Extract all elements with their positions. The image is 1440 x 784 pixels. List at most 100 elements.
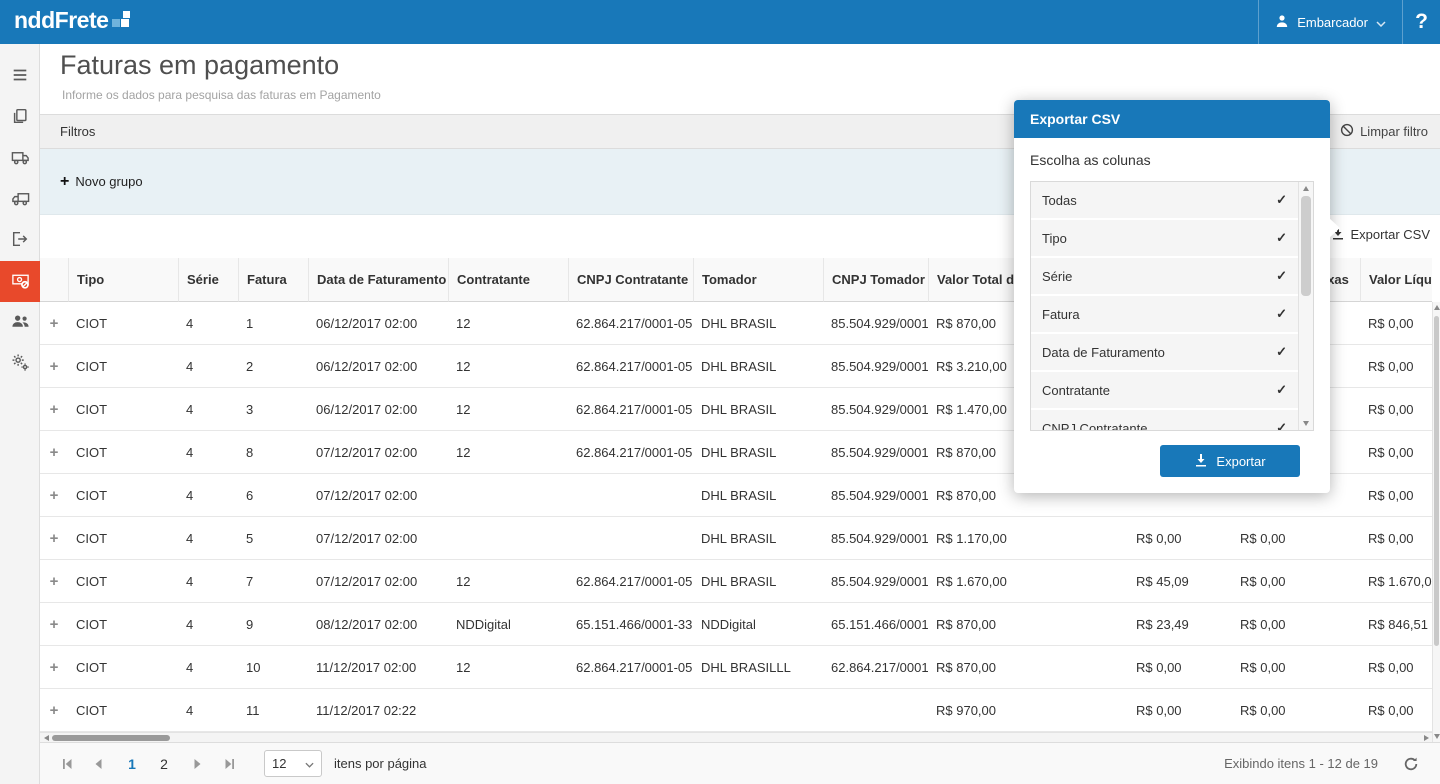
last-page-button[interactable] [214,751,244,777]
page-size-select[interactable]: 12 [264,750,322,777]
scroll-up-icon[interactable] [1303,186,1309,191]
refresh-button[interactable] [1398,751,1424,777]
truck-icon [11,148,30,170]
sidebar-item-menu[interactable] [0,56,40,97]
expand-row-icon[interactable]: + [50,487,59,504]
page-button-2[interactable]: 2 [151,751,177,777]
column-label: Tomador [702,272,757,287]
vertical-scroll-thumb[interactable] [1434,316,1439,646]
column-option-fatura[interactable]: Fatura ✓ [1031,296,1298,332]
column-option-data-de-faturamento[interactable]: Data de Faturamento ✓ [1031,334,1298,370]
column-option-s-rie[interactable]: Série ✓ [1031,258,1298,294]
expand-row-icon[interactable]: + [50,315,59,332]
expand-row-icon[interactable]: + [50,573,59,590]
plus-icon: + [60,172,70,190]
column-header-s-rie[interactable]: Série [178,258,238,302]
horizontal-scroll-track[interactable] [52,733,1420,742]
column-header-valor-l-quido[interactable]: Valor Líquido [1360,258,1432,302]
sidebar-item-documents[interactable] [0,97,40,138]
column-header-cnpj-contratante[interactable]: CNPJ Contratante [568,258,693,302]
sidebar [0,44,40,784]
scroll-down-icon[interactable] [1433,734,1440,739]
list-scrollbar[interactable] [1298,182,1313,430]
column-option-cnpj-contratante[interactable]: CNPJ Contratante ✓ [1031,410,1298,430]
sidebar-item-truck[interactable] [0,138,40,179]
pager-status: Exibindo itens 1 - 12 de 19 [1224,756,1378,771]
table-cell: 62.864.217/0001-05 [568,646,693,689]
table-cell: CIOT [68,302,178,345]
column-header-tomador[interactable]: Tomador [693,258,823,302]
new-group-label: Novo grupo [75,174,143,189]
sidebar-item-users[interactable] [0,302,40,343]
export-csv-link[interactable]: Exportar CSV [1331,226,1430,243]
column-option-list: Todas ✓ Tipo ✓ Série ✓ Fatura ✓ Data de Faturame… [1031,182,1298,430]
table-cell: 4 [178,689,238,732]
table-cell: 85.504.929/0001-00 [823,345,928,388]
sidebar-item-export[interactable] [0,220,40,261]
expand-row-icon[interactable]: + [50,616,59,633]
scroll-right-icon[interactable] [1420,734,1432,741]
app-logo[interactable]: nddFrete [0,0,131,44]
table-cell: R$ 0,00 [1232,603,1304,646]
previous-page-button[interactable] [84,751,114,777]
table-cell: R$ 0,00 [1128,646,1232,689]
popup-footer: Exportar [1030,445,1314,477]
user-menu[interactable]: Embarcador [1258,0,1402,44]
first-page-button[interactable] [52,751,82,777]
table-cell: 06/12/2017 02:00 [308,302,448,345]
expand-row-icon[interactable]: + [50,530,59,547]
table-cell: 4 [178,646,238,689]
table-row: + CIOT 4 5 07/12/2017 02:00 DHL BRASIL 85.504.… [40,517,1432,560]
column-label: Data de Faturamento [317,272,447,287]
column-header-0[interactable] [40,258,68,302]
column-option-tipo[interactable]: Tipo ✓ [1031,220,1298,256]
sidebar-item-delivery[interactable] [0,179,40,220]
column-option-contratante[interactable]: Contratante ✓ [1031,372,1298,408]
column-header-tipo[interactable]: Tipo [68,258,178,302]
table-cell: 12 [448,431,568,474]
scroll-left-icon[interactable] [40,734,52,741]
table-cell: CIOT [68,646,178,689]
table-cell: 08/12/2017 02:00 [308,603,448,646]
expand-row-icon[interactable]: + [50,358,59,375]
table-cell: 85.504.929/0001-00 [823,388,928,431]
scroll-down-icon[interactable] [1303,421,1309,426]
table-cell: DHL BRASIL [693,388,823,431]
column-header-contratante[interactable]: Contratante [448,258,568,302]
clear-filter-button[interactable]: Limpar filtro [1340,123,1428,140]
option-label: Contratante [1042,382,1110,398]
sidebar-item-settings[interactable] [0,343,40,384]
column-header-cnpj-tomador[interactable]: CNPJ Tomador [823,258,928,302]
table-cell: 62.864.217/0001-05 [568,302,693,345]
table-cell: DHL BRASIL [693,345,823,388]
scroll-up-icon[interactable] [1433,305,1440,310]
column-option-todas[interactable]: Todas ✓ [1031,182,1298,218]
expand-row-icon[interactable]: + [50,444,59,461]
table-cell: 4 [178,560,238,603]
table-cell: R$ 0,00 [1360,431,1432,474]
export-button[interactable]: Exportar [1160,445,1300,477]
table-cell: 5 [238,517,308,560]
table-cell: DHL BRASIL [693,302,823,345]
column-header-fatura[interactable]: Fatura [238,258,308,302]
expand-row-icon[interactable]: + [50,401,59,418]
expand-row-icon[interactable]: + [50,702,59,719]
column-header-data-de-faturamento[interactable]: Data de Faturamento↑ [308,258,448,302]
expand-row-icon[interactable]: + [50,659,59,676]
table-cell: R$ 0,00 [1360,517,1432,560]
new-group-button[interactable]: + Novo grupo [60,172,143,190]
horizontal-scrollbar[interactable] [40,732,1432,742]
next-page-button[interactable] [182,751,212,777]
sidebar-item-faturas-pagamento[interactable] [0,261,40,302]
table-cell: R$ 0,00 [1360,474,1432,517]
vertical-scrollbar[interactable] [1432,302,1440,742]
table-cell: 8 [238,431,308,474]
list-scroll-thumb[interactable] [1301,196,1311,296]
table-cell: 62.864.217/0001-05 [568,431,693,474]
help-button[interactable]: ? [1402,0,1440,44]
table-cell: DHL BRASIL [693,474,823,517]
table-cell: R$ 0,00 [1360,388,1432,431]
horizontal-scroll-thumb[interactable] [52,735,170,741]
page-button-1[interactable]: 1 [119,751,145,777]
table-cell: R$ 0,00 [1360,689,1432,732]
